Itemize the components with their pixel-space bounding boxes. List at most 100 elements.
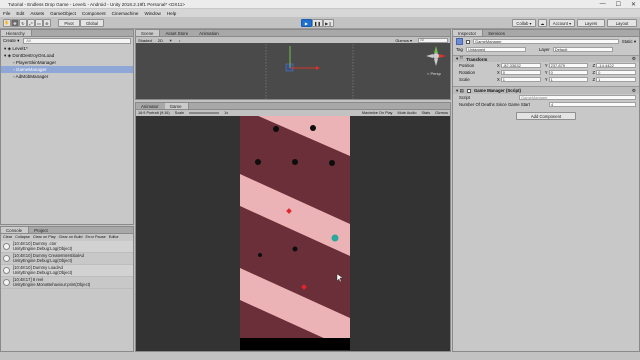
object-name-input[interactable]: GameManager: [473, 39, 619, 44]
cloud-icon[interactable]: ☁: [538, 19, 547, 27]
console-entry[interactable]: [10:48:17] 8 reel UnityEngine.MonoBehavio…: [1, 277, 133, 289]
hierarchy-panel: Hierarchy Create ▾ All ▾ ◈ Level1* ▾ ◈ D…: [0, 29, 134, 225]
minimize-icon[interactable]: —: [600, 1, 606, 8]
scene-light-icon[interactable]: ☀: [169, 38, 173, 43]
tab-animation[interactable]: Animation: [194, 30, 225, 36]
menu-edit[interactable]: Edit: [16, 11, 24, 16]
active-checkbox[interactable]: [466, 39, 470, 44]
scale-tool-icon[interactable]: ⤢: [27, 19, 35, 27]
info-icon: [3, 243, 10, 250]
tab-inspector[interactable]: Inspector: [453, 30, 484, 36]
layers-dropdown[interactable]: Layers: [577, 19, 605, 27]
hierarchy-search-input[interactable]: All: [23, 38, 131, 44]
menu-cinemachine[interactable]: Cinemachine: [112, 11, 139, 16]
maximize-icon[interactable]: ☐: [616, 1, 621, 8]
hierarchy-item-gamemanager[interactable]: ▫ GameManager: [1, 66, 133, 73]
scale-y-field[interactable]: 1: [548, 77, 589, 82]
scene-search-input[interactable]: All: [418, 37, 448, 43]
console-entry[interactable]: [10:48:10] Dummy .ctor UnityEngine.Debug:…: [1, 241, 133, 253]
account-button[interactable]: Account ▾: [549, 19, 575, 27]
obstacle-dot: [310, 125, 316, 131]
game-gizmos-dropdown[interactable]: Gizmos: [435, 111, 448, 115]
step-button[interactable]: ▶❙: [323, 19, 334, 27]
tab-animator[interactable]: Animator: [136, 103, 165, 109]
tab-services[interactable]: Services: [483, 30, 511, 36]
component-settings-icon[interactable]: ⚙: [632, 88, 636, 94]
console-clear-on-build-button[interactable]: Clear on Build: [59, 235, 83, 240]
game-viewport[interactable]: [136, 116, 450, 351]
tab-hierarchy[interactable]: Hierarchy: [1, 30, 32, 36]
menu-file[interactable]: File: [3, 11, 10, 16]
add-component-button[interactable]: Add Component: [516, 112, 576, 120]
position-y-field[interactable]: 237.879: [548, 63, 589, 68]
window-title: Tutorial - Endless Drop Game - Level1 - …: [8, 2, 185, 7]
aspect-dropdown[interactable]: 16:9 Portrait (9:16): [138, 111, 170, 115]
stats-toggle[interactable]: Stats: [421, 111, 430, 115]
position-x-field[interactable]: -82.33632: [500, 63, 541, 68]
tab-asset-store[interactable]: Asset Store: [160, 30, 194, 36]
rotation-z-field[interactable]: 0: [596, 70, 636, 75]
play-button[interactable]: ▶: [301, 19, 312, 27]
transform-tool-icon[interactable]: ⊕: [43, 19, 51, 27]
console-collapse-button[interactable]: Collapse: [15, 235, 30, 240]
component-settings-icon[interactable]: ⚙: [632, 56, 636, 62]
hierarchy-item-dontdestroyonload[interactable]: ▾ ◈ DontDestroyOnLoad: [1, 52, 133, 59]
console-error-pause-button[interactable]: Error Pause: [86, 235, 106, 240]
console-entry[interactable]: [10:48:10] Dummy CreateInterstitialAd Uni…: [1, 253, 133, 265]
mute-audio-toggle[interactable]: Mute Audio: [397, 111, 416, 115]
scale-slider[interactable]: [189, 112, 220, 114]
scale-x-field[interactable]: 1: [500, 77, 541, 82]
menu-help[interactable]: Help: [167, 11, 176, 16]
tab-game[interactable]: Game: [164, 103, 189, 109]
component-enabled-checkbox[interactable]: [466, 88, 471, 93]
shading-dropdown[interactable]: Shaded: [138, 38, 152, 43]
scale-label: Scale: [459, 77, 470, 82]
collab-button[interactable]: Collab ▾: [512, 19, 536, 27]
game-screen[interactable]: [240, 116, 350, 350]
transform-header: Transform: [466, 56, 488, 62]
scene-audio-icon[interactable]: ♪: [179, 38, 181, 43]
hand-tool-icon[interactable]: ✋: [3, 19, 11, 27]
maximize-on-play-toggle[interactable]: Maximize On Play: [362, 111, 393, 115]
rect-tool-icon[interactable]: ▭: [35, 19, 43, 27]
hierarchy-item-admobmanager[interactable]: ▫ AdMobManager: [1, 73, 133, 80]
layout-dropdown[interactable]: Layout: [607, 19, 637, 27]
move-tool-icon[interactable]: ✥: [11, 19, 19, 27]
hierarchy-item-playerskinmanager[interactable]: ▫ PlayerSkinManager: [1, 59, 133, 66]
scene-gizmos-dropdown[interactable]: Gizmos ▾: [395, 38, 412, 43]
menu-gameobject[interactable]: GameObject: [50, 11, 76, 16]
script-field[interactable]: GameManager: [519, 95, 636, 100]
tab-project[interactable]: Project: [29, 227, 54, 233]
scene-canvas[interactable]: < Persp: [136, 44, 450, 99]
scale-z-field[interactable]: 1: [596, 77, 636, 82]
tab-scene[interactable]: Scene: [136, 30, 161, 36]
orientation-gizmo-icon: [426, 46, 446, 66]
2d-toggle[interactable]: 2D: [158, 38, 163, 43]
layer-dropdown[interactable]: Default: [552, 47, 613, 52]
menu-window[interactable]: Window: [144, 11, 160, 16]
pause-button[interactable]: ❚❚: [312, 19, 323, 27]
tab-console[interactable]: Console: [1, 227, 30, 233]
hierarchy-item-level1[interactable]: ▾ ◈ Level1*: [1, 45, 133, 52]
deaths-field[interactable]: 4: [549, 102, 636, 107]
obstacle-dot: [255, 159, 261, 165]
console-clear-on-play-button[interactable]: Clear on Play: [33, 235, 56, 240]
position-z-field[interactable]: -14.4422: [596, 63, 636, 68]
rotate-tool-icon[interactable]: ↻: [19, 19, 27, 27]
menu-assets[interactable]: Assets: [30, 11, 44, 16]
transform-icon: ▾ ⤧: [456, 56, 464, 61]
rotation-x-field[interactable]: 0: [500, 70, 541, 75]
global-toggle[interactable]: Global: [80, 19, 104, 27]
pivot-toggle[interactable]: Pivot: [58, 19, 80, 27]
tag-dropdown[interactable]: Untagged: [465, 47, 526, 52]
static-toggle[interactable]: Static ▾: [622, 39, 636, 45]
rotation-y-field[interactable]: 0: [548, 70, 589, 75]
tag-label: Tag: [456, 47, 463, 52]
console-clear-button[interactable]: Clear: [3, 235, 12, 240]
close-icon[interactable]: ✕: [631, 1, 636, 8]
console-entry[interactable]: [10:48:10] Dummy LoadAd UnityEngine.Debug…: [1, 265, 133, 277]
hierarchy-create-button[interactable]: Create ▾: [3, 38, 19, 44]
console-editor-dropdown[interactable]: Editor: [109, 235, 119, 240]
menu-component[interactable]: Component: [82, 11, 106, 16]
scale-label: Scale: [174, 111, 185, 115]
